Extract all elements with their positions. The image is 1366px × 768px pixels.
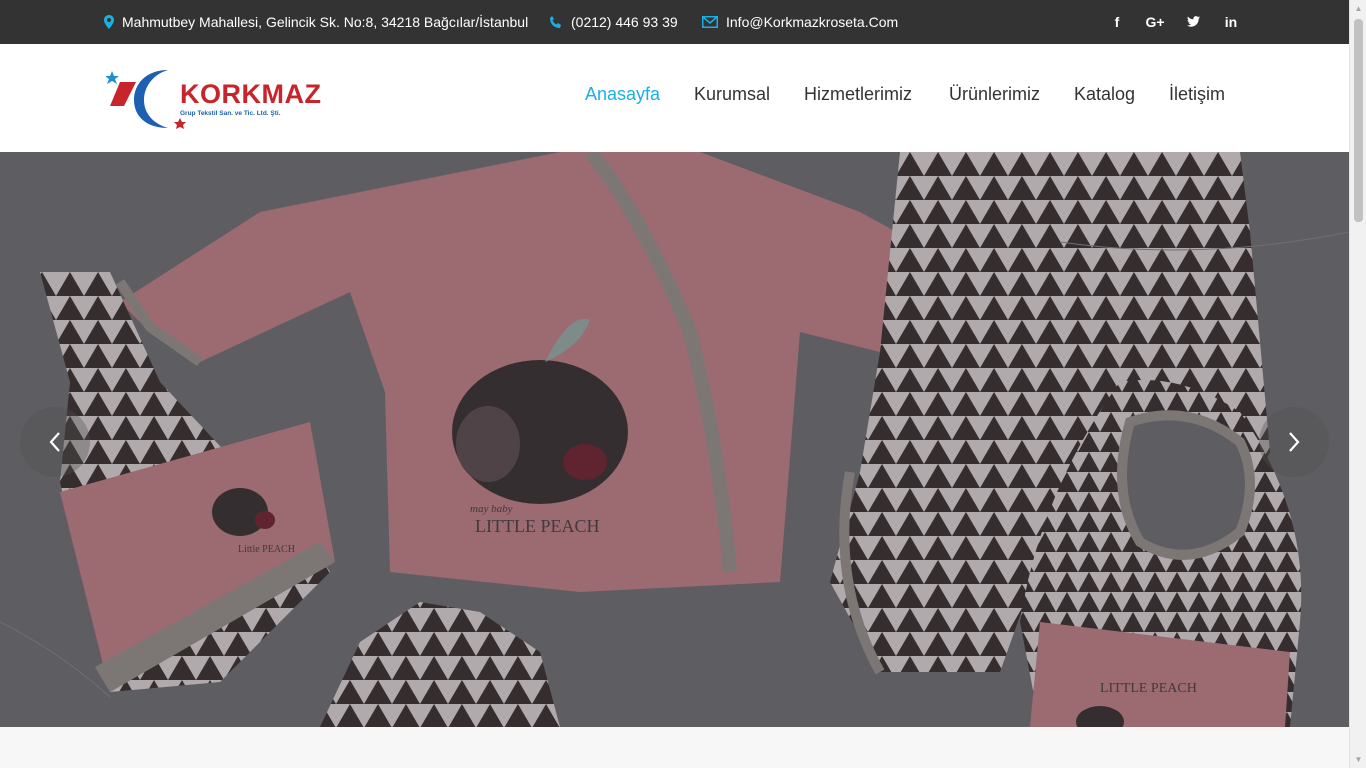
page-scrollbar[interactable]: ▲ ▼ bbox=[1349, 0, 1366, 768]
chevron-left-icon bbox=[49, 432, 60, 452]
phone-info[interactable]: (0212) 446 93 39 bbox=[549, 0, 678, 44]
content-area bbox=[0, 727, 1349, 768]
scrollbar-thumb[interactable] bbox=[1354, 19, 1363, 222]
scroll-up-icon[interactable]: ▲ bbox=[1350, 0, 1366, 17]
hero-slider: may baby LITTLE PEACH Little PEACH LITTL… bbox=[0, 152, 1349, 727]
slider-next-button[interactable] bbox=[1259, 407, 1329, 477]
hero-overlay bbox=[0, 152, 1349, 727]
main-header: KORKMAZ Grup Tekstil San. ve Tic. Ltd. Ş… bbox=[0, 44, 1349, 152]
google-plus-icon[interactable]: G+ bbox=[1144, 14, 1166, 30]
linkedin-icon[interactable]: in bbox=[1220, 14, 1242, 30]
nav-item-hizmetlerimiz[interactable]: Hizmetlerimiz bbox=[804, 84, 912, 105]
logo-mark-icon bbox=[106, 70, 186, 129]
facebook-icon[interactable]: f bbox=[1106, 14, 1128, 30]
nav-item-urunlerimiz[interactable]: Ürünlerimiz bbox=[949, 84, 1040, 105]
phone-text: (0212) 446 93 39 bbox=[571, 14, 678, 30]
address-text: Mahmutbey Mahallesi, Gelincik Sk. No:8, … bbox=[122, 14, 529, 30]
nav-item-katalog[interactable]: Katalog bbox=[1074, 84, 1135, 105]
twitter-icon[interactable] bbox=[1182, 14, 1204, 30]
email-text: Info@Korkmazkroseta.Com bbox=[726, 14, 899, 30]
map-marker-icon bbox=[104, 15, 114, 29]
nav-item-anasayfa[interactable]: Anasayfa bbox=[585, 84, 660, 105]
address-info: Mahmutbey Mahallesi, Gelincik Sk. No:8, … bbox=[104, 0, 528, 44]
social-links: f G+ in bbox=[1106, 0, 1242, 44]
phone-icon bbox=[549, 15, 563, 29]
logo-subtitle: Grup Tekstil San. ve Tic. Ltd. Şti. bbox=[180, 110, 281, 117]
korkmaz-logo[interactable]: KORKMAZ Grup Tekstil San. ve Tic. Ltd. Ş… bbox=[106, 66, 338, 130]
chevron-right-icon bbox=[1289, 432, 1300, 452]
logo-wordmark: KORKMAZ bbox=[180, 79, 322, 109]
top-bar: Mahmutbey Mahallesi, Gelincik Sk. No:8, … bbox=[0, 0, 1349, 44]
email-info[interactable]: Info@Korkmazkroseta.Com bbox=[702, 0, 898, 44]
envelope-icon bbox=[702, 16, 718, 28]
nav-item-iletisim[interactable]: İletişim bbox=[1169, 84, 1225, 105]
slider-prev-button[interactable] bbox=[20, 407, 90, 477]
nav-item-kurumsal[interactable]: Kurumsal bbox=[694, 84, 770, 105]
scroll-down-icon[interactable]: ▼ bbox=[1350, 751, 1366, 768]
